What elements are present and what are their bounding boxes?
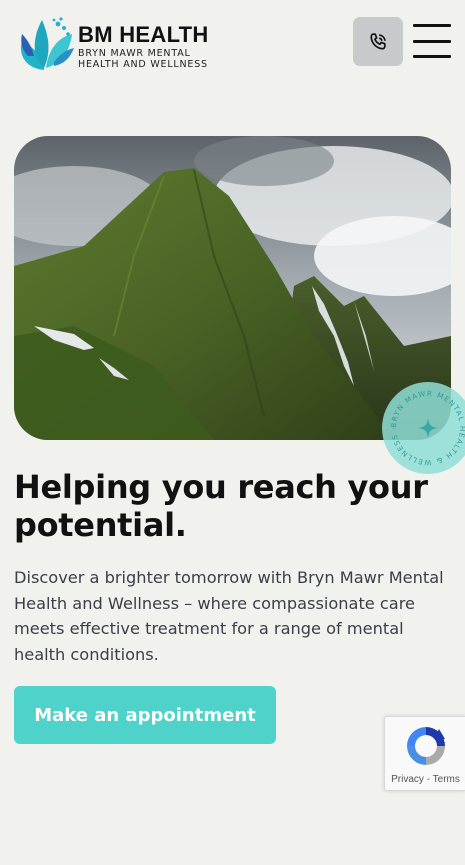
make-appointment-button[interactable]: Make an appointment xyxy=(14,686,276,744)
recaptcha-links: Privacy - Terms xyxy=(385,774,465,785)
hero-description: Discover a brighter tomorrow with Bryn M… xyxy=(14,568,444,664)
menu-bar xyxy=(413,55,451,58)
hamburger-menu-button[interactable] xyxy=(413,24,451,58)
privacy-link[interactable]: Privacy xyxy=(391,774,424,785)
brand-name: BM HEALTH xyxy=(78,22,209,47)
site-logo[interactable]: BM HEALTH BRYN MAWR MENTAL HEALTH AND WE… xyxy=(14,12,214,74)
site-header: BM HEALTH BRYN MAWR MENTAL HEALTH AND WE… xyxy=(0,0,465,85)
circular-badge: BRYN MAWR MENTAL HEALTH & WELLNESS · xyxy=(382,382,465,474)
call-button[interactable] xyxy=(353,17,403,66)
phone-icon xyxy=(370,32,386,50)
terms-link[interactable]: Terms xyxy=(433,774,460,785)
leaf-logo-icon xyxy=(20,17,74,70)
menu-bar xyxy=(413,39,451,43)
menu-bar xyxy=(413,24,451,27)
brand-subtitle: BRYN MAWR MENTAL HEALTH AND WELLNESS xyxy=(78,48,208,70)
link-separator: - xyxy=(423,774,433,785)
hero-headline: Helping you reach your potential. xyxy=(14,468,428,544)
recaptcha-icon xyxy=(407,727,445,765)
recaptcha-badge[interactable]: Privacy - Terms xyxy=(384,716,465,791)
